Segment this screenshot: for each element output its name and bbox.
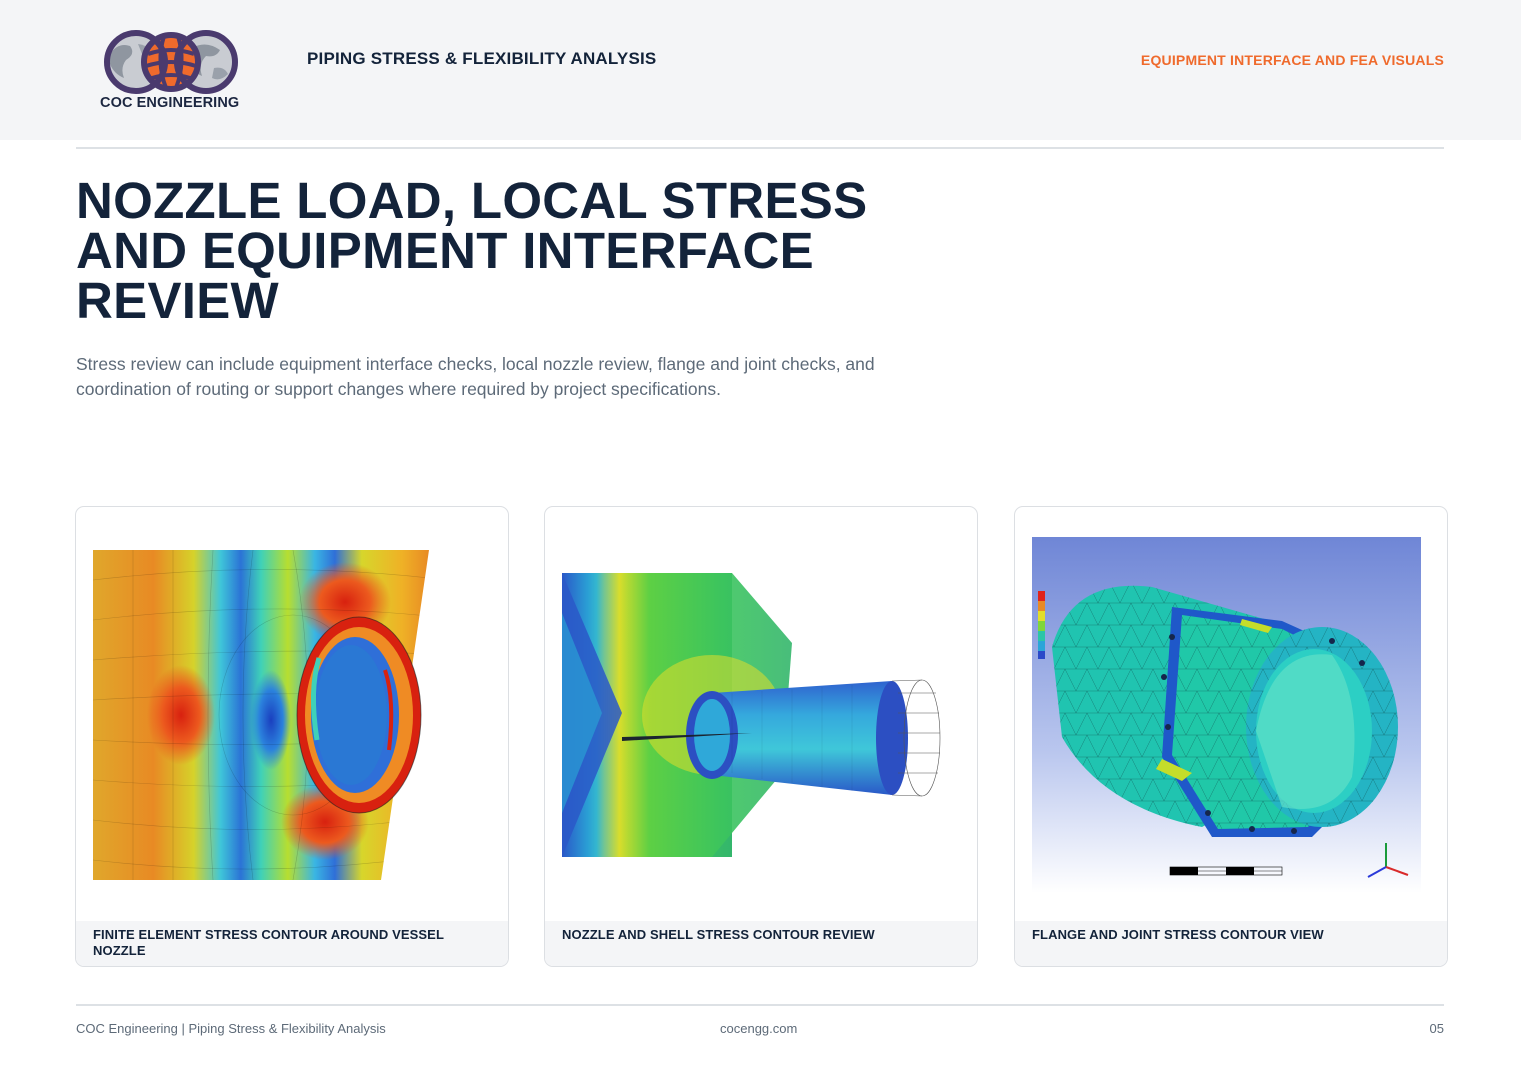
figure-card-nozzle-shell: NOZZLE AND SHELL STRESS CONTOUR REVIEW [544, 506, 978, 967]
fea-vessel-nozzle-contour-image [93, 550, 429, 880]
figure-caption: FINITE ELEMENT STRESS CONTOUR AROUND VES… [76, 921, 508, 966]
figure-caption: FLANGE AND JOINT STRESS CONTOUR VIEW [1015, 921, 1447, 966]
page-title: NOZZLE LOAD, LOCAL STRESS AND EQUIPMENT … [76, 172, 868, 329]
fea-flange-joint-contour-image [1032, 537, 1421, 893]
figure-caption: NOZZLE AND SHELL STRESS CONTOUR REVIEW [545, 921, 977, 966]
footer-website: cocengg.com [720, 1021, 798, 1036]
intro-paragraph: Stress review can include equipment inte… [76, 354, 875, 399]
footer-divider [76, 1004, 1444, 1006]
page-header: COC ENGINEERING PIPING STRESS & FLEXIBIL… [0, 0, 1521, 140]
fea-nozzle-shell-contour-image [562, 573, 941, 857]
footer-document-label: COC Engineering | Piping Stress & Flexib… [76, 1021, 386, 1036]
page-number: 05 [1429, 1021, 1444, 1036]
section-label: EQUIPMENT INTERFACE AND FEA VISUALS [1140, 52, 1444, 68]
logo-wordmark: COC ENGINEERING [100, 95, 240, 111]
figure-card-flange-joint: FLANGE AND JOINT STRESS CONTOUR VIEW [1014, 506, 1448, 967]
figure-card-vessel-nozzle: FINITE ELEMENT STRESS CONTOUR AROUND VES… [75, 506, 509, 967]
document-title: PIPING STRESS & FLEXIBILITY ANALYSIS [307, 49, 657, 68]
header-divider [76, 147, 1444, 149]
